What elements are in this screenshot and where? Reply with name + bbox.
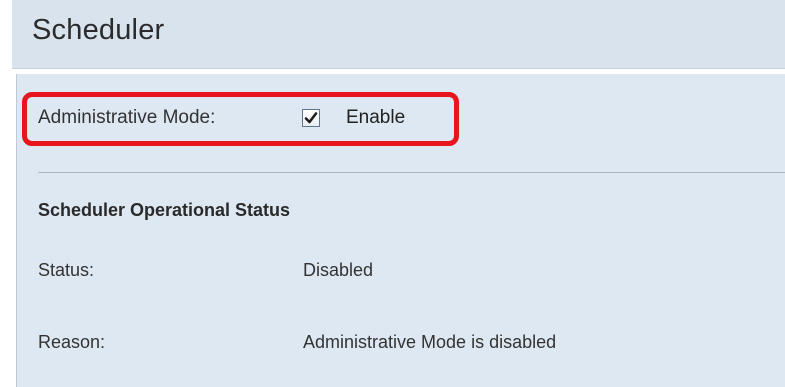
reason-value: Administrative Mode is disabled [303, 332, 557, 352]
operational-status-heading: Scheduler Operational Status [38, 200, 291, 220]
reason-label: Reason: [38, 332, 106, 352]
section-divider [38, 172, 785, 173]
status-value: Disabled [303, 260, 374, 280]
status-label: Status: [38, 260, 95, 280]
admin-mode-label: Administrative Mode: [38, 107, 216, 128]
page-title: Scheduler [32, 14, 165, 46]
checkmark-icon [304, 112, 318, 124]
enable-label: Enable [346, 107, 406, 128]
admin-mode-enable-checkbox[interactable] [302, 109, 320, 127]
page-header: Scheduler [12, 0, 785, 69]
scheduler-page: Scheduler Administrative Mode: Enable Sc… [0, 0, 785, 387]
